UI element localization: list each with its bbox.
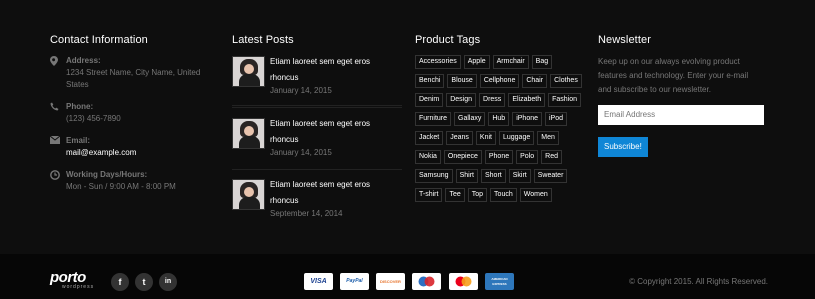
product-tag[interactable]: Design — [446, 93, 477, 107]
contact-hours: Working Days/Hours: Mon - Sun / 9:00 AM … — [50, 169, 215, 193]
product-tag[interactable]: Dress — [479, 93, 506, 107]
product-tag[interactable]: Top — [467, 188, 488, 202]
product-tag[interactable]: Polo — [516, 150, 539, 164]
mastercard-icon — [449, 273, 478, 290]
phone-icon — [50, 102, 60, 112]
product-tag[interactable]: Chair — [522, 74, 548, 88]
post-thumbnail[interactable] — [232, 118, 265, 149]
product-tag[interactable]: Samsung — [415, 169, 453, 183]
product-tag[interactable]: Knit — [475, 131, 496, 145]
copyright-text: © Copyright 2015. All Rights Reserved. — [629, 277, 768, 286]
phone-value: (123) 456-7890 — [66, 114, 121, 123]
product-tag[interactable]: Short — [480, 169, 506, 183]
product-tag[interactable]: Jacket — [415, 131, 444, 145]
product-tag[interactable]: Denim — [415, 93, 444, 107]
address-line-1: 1234 Street Name, City Name, United — [66, 68, 201, 77]
product-tag[interactable]: Sweater — [533, 169, 568, 183]
maestro-card-icon — [412, 273, 441, 290]
product-tag[interactable]: Elizabeth — [508, 93, 546, 107]
product-tag[interactable]: Fashion — [548, 93, 582, 107]
product-tag[interactable]: Tee — [445, 188, 465, 202]
newsletter-section: Newsletter Keep up on our always evolvin… — [598, 34, 768, 157]
address-label: Address: — [66, 56, 101, 65]
logo-subtext: wordpress — [62, 284, 95, 290]
product-tag[interactable]: Onepiece — [443, 150, 482, 164]
footer-bottom: porto wordpress f t in VISA PayPal DISCO… — [0, 254, 815, 299]
post-title[interactable]: Etiam laoreet sem eget eros rhoncus — [270, 177, 402, 209]
footer-top: Contact Information Address: 1234 Street… — [0, 0, 815, 254]
product-tag[interactable]: Clothes — [550, 74, 582, 88]
product-tag[interactable]: Jeans — [446, 131, 473, 145]
product-tags-section: Product Tags Accessories Apple Armchair Bag… — [415, 34, 585, 207]
product-tag[interactable]: Cellphone — [479, 74, 520, 88]
post-divider — [232, 169, 402, 170]
map-marker-icon — [50, 56, 60, 66]
subscribe-button[interactable]: Subscribe! — [598, 136, 648, 157]
product-tag[interactable]: Shirt — [455, 169, 478, 183]
product-tag[interactable]: Hub — [488, 112, 510, 126]
post-title[interactable]: Etiam laoreet sem eget eros rhoncus — [270, 116, 402, 148]
post-divider — [232, 107, 402, 108]
contact-phone: Phone: (123) 456-7890 — [50, 101, 215, 125]
post-item[interactable]: Etiam laoreet sem eget eros rhoncus Janua… — [232, 56, 402, 106]
address-line-2: States — [66, 80, 89, 89]
product-tag[interactable]: iPod — [545, 112, 568, 126]
product-tag[interactable]: Luggage — [498, 131, 535, 145]
email-link[interactable]: mail@example.com — [66, 147, 215, 159]
contact-email: Email: mail@example.com — [49, 135, 215, 159]
phone-label: Phone: — [66, 102, 94, 111]
product-tag[interactable]: Blouse — [447, 74, 477, 88]
contact-section: Contact Information Address: 1234 Street… — [49, 34, 215, 203]
amex-card-icon: AMERICAN EXPRESS — [485, 273, 514, 290]
porto-logo[interactable]: porto wordpress — [50, 269, 95, 290]
post-date: September 14, 2014 — [270, 209, 343, 218]
linkedin-icon[interactable]: in — [159, 273, 177, 291]
newsletter-email-input[interactable] — [598, 104, 764, 125]
post-title[interactable]: Etiam laoreet sem eget eros rhoncus — [270, 54, 402, 86]
email-label: Email: — [66, 136, 91, 145]
post-item[interactable]: Etiam laoreet sem eget eros rhoncus Septe… — [232, 179, 402, 229]
post-thumbnail[interactable] — [232, 179, 265, 210]
tag-cloud: Accessories Apple Armchair Bag Benchi Blouse C… — [415, 55, 585, 207]
post-item[interactable]: Etiam laoreet sem eget eros rhoncus Janua… — [232, 118, 402, 168]
product-tag[interactable]: Armchair — [492, 55, 529, 69]
product-tag[interactable]: iPhone — [512, 112, 542, 126]
latest-posts-heading: Latest Posts — [232, 34, 294, 46]
product-tags-heading: Product Tags — [415, 34, 481, 46]
post-date: January 14, 2015 — [270, 148, 332, 157]
latest-posts-section: Latest Posts Etiam laoreet sem eget eros… — [232, 34, 402, 218]
contact-address: Address: 1234 Street Name, City Name, Un… — [50, 55, 215, 91]
product-tag[interactable]: Bag — [531, 55, 553, 69]
visa-card-icon: VISA — [304, 273, 333, 290]
envelope-icon — [49, 135, 61, 146]
product-tag[interactable]: T-shirt — [415, 188, 443, 202]
paypal-card-icon: PayPal — [340, 273, 369, 290]
post-thumbnail[interactable] — [232, 56, 265, 87]
hours-label: Working Days/Hours: — [66, 170, 148, 179]
hours-value: Mon - Sun / 9:00 AM - 8:00 PM — [66, 182, 176, 191]
product-tag[interactable]: Touch — [490, 188, 517, 202]
product-tag[interactable]: Apple — [463, 55, 490, 69]
facebook-icon[interactable]: f — [111, 273, 129, 291]
post-date: January 14, 2015 — [270, 86, 332, 95]
discover-card-icon: DISCOVER — [376, 273, 405, 290]
product-tag[interactable]: Gallaxy — [454, 112, 486, 126]
product-tag[interactable]: Red — [541, 150, 562, 164]
logo-text: porto — [50, 269, 86, 286]
clock-icon — [50, 170, 60, 180]
product-tag[interactable]: Women — [519, 188, 552, 202]
contact-heading: Contact Information — [50, 34, 148, 46]
newsletter-description: Keep up on our always evolving product f… — [598, 57, 749, 94]
product-tag[interactable]: Furniture — [415, 112, 452, 126]
product-tag[interactable]: Accessories — [415, 55, 461, 69]
newsletter-heading: Newsletter — [598, 34, 651, 46]
product-tag[interactable]: Nokia — [415, 150, 441, 164]
product-tag[interactable]: Benchi — [415, 74, 445, 88]
product-tag[interactable]: Phone — [484, 150, 514, 164]
product-tag[interactable]: Men — [537, 131, 559, 145]
product-tag[interactable]: Skirt — [508, 169, 531, 183]
twitter-icon[interactable]: t — [135, 273, 153, 291]
